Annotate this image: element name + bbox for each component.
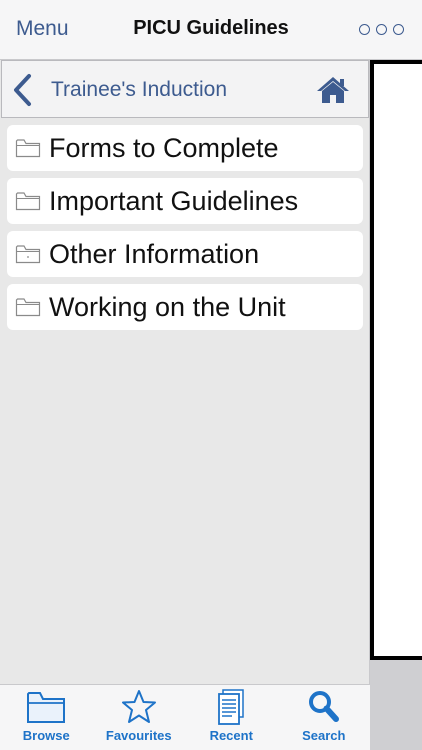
folder-list: Forms to Complete Important Guidelines O… <box>7 125 363 337</box>
ellipsis-circles-icon <box>359 24 370 35</box>
ellipsis-circles-icon <box>376 24 387 35</box>
folder-item-forms-to-complete[interactable]: Forms to Complete <box>7 125 363 171</box>
chevron-left-icon <box>14 74 31 106</box>
tab-label: Browse <box>22 728 70 743</box>
home-icon <box>317 77 349 103</box>
tab-recent[interactable]: Recent <box>185 685 278 750</box>
home-button[interactable] <box>316 75 350 105</box>
star-icon <box>121 690 156 723</box>
master-pane: Trainee's Induction Forms to Complete Im… <box>0 60 370 684</box>
folder-icon <box>27 692 66 723</box>
ellipsis-circles-icon <box>393 24 404 35</box>
folder-label: Other Information <box>49 238 260 269</box>
folder-item-important-guidelines[interactable]: Important Guidelines <box>7 178 363 224</box>
document-icon <box>218 689 244 725</box>
tab-favourites[interactable]: Favourites <box>93 685 186 750</box>
more-options-button[interactable] <box>359 24 404 35</box>
tab-bar: Browse Favourites Recent Search <box>0 684 370 750</box>
navigation-bar: Menu PICU Guidelines <box>0 0 422 60</box>
folder-item-other-information[interactable]: Other Information <box>7 231 363 277</box>
folder-icon <box>15 139 41 158</box>
back-button[interactable] <box>10 73 36 107</box>
tab-label: Search <box>302 728 346 743</box>
tab-label: Favourites <box>105 728 172 743</box>
folder-label: Working on the Unit <box>49 291 286 322</box>
document-preview[interactable] <box>370 60 422 660</box>
search-icon <box>308 691 339 722</box>
folder-label: Forms to Complete <box>49 132 279 163</box>
tab-search[interactable]: Search <box>278 685 371 750</box>
breadcrumb-label: Trainee's Induction <box>51 78 227 101</box>
tab-browse[interactable]: Browse <box>0 685 93 750</box>
detail-pane <box>370 60 422 750</box>
folder-label: Important Guidelines <box>49 185 299 216</box>
folder-icon <box>15 192 41 211</box>
folder-icon <box>15 245 41 264</box>
breadcrumb: Trainee's Induction <box>1 60 369 118</box>
folder-item-working-on-the-unit[interactable]: Working on the Unit <box>7 284 363 330</box>
folder-icon <box>15 298 41 317</box>
tab-label: Recent <box>209 728 253 743</box>
